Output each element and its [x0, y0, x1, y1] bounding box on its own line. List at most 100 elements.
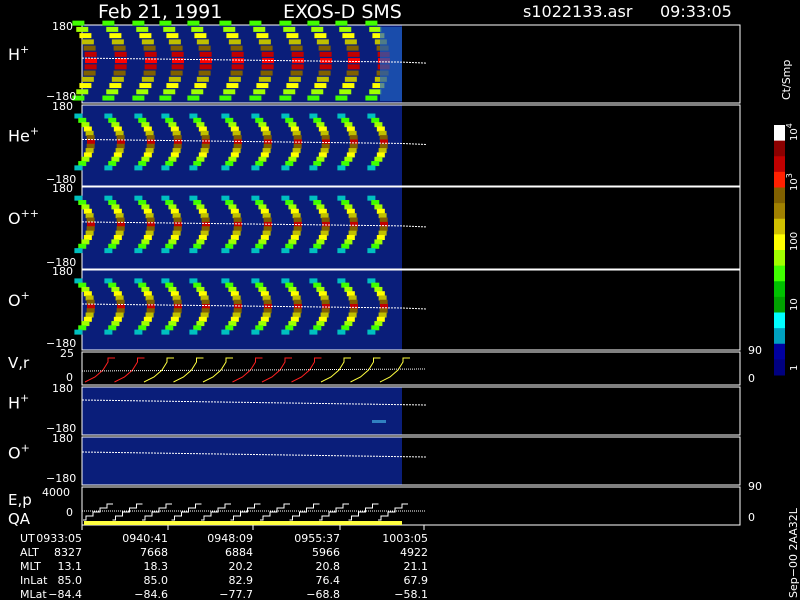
flux-cell — [348, 213, 357, 219]
flux-cell — [86, 135, 95, 141]
colorbar-segment — [774, 328, 785, 345]
flux-cell — [367, 195, 376, 201]
flux-cell — [348, 230, 357, 236]
flux-cell — [144, 51, 157, 57]
flux-cell — [379, 308, 388, 314]
flux-cell — [251, 195, 260, 201]
flux-cell — [198, 152, 207, 158]
flux-cell — [201, 135, 210, 141]
flux-cell — [106, 89, 119, 95]
flux-cell — [256, 83, 269, 89]
flux-cell — [228, 204, 237, 210]
flux-cell — [172, 148, 181, 154]
flux-cell — [374, 122, 383, 128]
time-value: −77.7 — [219, 588, 253, 600]
flux-cell — [346, 291, 355, 297]
time-value: −58.1 — [394, 588, 428, 600]
flux-cell — [141, 39, 154, 45]
spectrogram-panels: H+180−180He+180−180O++180−180O+180−180 — [8, 20, 741, 351]
flux-cell — [262, 230, 271, 236]
flux-cell — [290, 45, 303, 51]
flux-cell — [168, 122, 177, 128]
flux-cell — [143, 208, 152, 214]
flux-cell — [290, 126, 299, 132]
flux-cell — [346, 316, 355, 322]
flux-cell — [81, 286, 90, 292]
flux-cell — [314, 33, 327, 39]
flux-cell — [104, 329, 113, 335]
flux-cell — [116, 135, 125, 141]
time-value: 0933:05 — [36, 532, 82, 545]
flux-cell — [367, 165, 376, 171]
header-file: s1022133.asr — [523, 2, 633, 21]
flux-cell — [146, 308, 155, 314]
flux-cell — [225, 243, 234, 249]
flux-cell — [313, 325, 322, 331]
flux-cell — [85, 295, 94, 301]
flux-cell — [263, 299, 272, 305]
flux-cell — [198, 291, 207, 297]
flux-cell — [231, 64, 244, 70]
flux-cell — [288, 204, 297, 210]
flux-cell — [111, 156, 120, 162]
flux-cell — [196, 204, 205, 210]
flux-cell — [109, 33, 122, 39]
flux-cell — [309, 329, 318, 335]
colorbar-unit: Ct/Smp — [780, 60, 793, 100]
colorbar-segment — [774, 218, 785, 235]
flux-cell — [221, 165, 230, 171]
flux-cell — [78, 161, 87, 167]
flux-cell — [322, 304, 330, 309]
flux-cell — [74, 329, 83, 335]
flux-cell — [81, 76, 94, 82]
flux-cell — [307, 95, 320, 101]
flux-cell — [86, 308, 95, 314]
flux-cell — [108, 161, 117, 167]
flux-cell — [76, 26, 89, 32]
flux-cell — [313, 200, 322, 206]
flux-cell — [288, 39, 301, 45]
y-max-label: 180 — [52, 265, 73, 278]
flux-cell — [78, 325, 87, 331]
flux-cell — [189, 113, 198, 119]
flux-cell — [262, 213, 271, 219]
flux-cell — [196, 122, 205, 128]
flux-cell — [104, 278, 113, 284]
flux-cell — [134, 248, 143, 254]
flux-cell — [225, 161, 234, 167]
flux-cell — [293, 143, 302, 149]
flux-cell — [318, 126, 327, 132]
flux-cell — [349, 226, 358, 232]
flux-cell — [293, 217, 302, 223]
flux-cell — [320, 230, 329, 236]
flux-cell — [168, 204, 177, 210]
colorbar-segment — [774, 250, 785, 267]
flux-cell — [141, 156, 150, 162]
header-instrument: EXOS-D SMS — [283, 1, 402, 23]
flux-cell — [221, 329, 230, 335]
flux-cell — [115, 130, 124, 136]
flux-cell — [196, 321, 205, 327]
flux-cell — [196, 39, 209, 45]
flux-cell — [193, 117, 202, 123]
flux-cell — [291, 51, 304, 57]
flux-cell — [193, 325, 202, 331]
flux-cell — [143, 316, 152, 322]
flux-cell — [87, 221, 95, 227]
flux-cell — [316, 321, 325, 327]
flux-cell — [350, 304, 358, 309]
flux-cell — [200, 295, 209, 301]
colorbar-segment — [774, 359, 785, 376]
flux-cell — [346, 208, 355, 214]
flux-cell — [189, 165, 198, 171]
flux-cell — [168, 321, 177, 327]
flux-cell — [281, 278, 290, 284]
flux-cell — [165, 243, 174, 249]
flux-cell — [313, 243, 322, 249]
colorbar-segment — [774, 265, 785, 282]
flux-cell — [290, 70, 303, 76]
flux-cell — [81, 239, 90, 245]
flux-cell — [260, 291, 269, 297]
flux-cell — [111, 239, 120, 245]
flux-cell — [341, 325, 350, 331]
